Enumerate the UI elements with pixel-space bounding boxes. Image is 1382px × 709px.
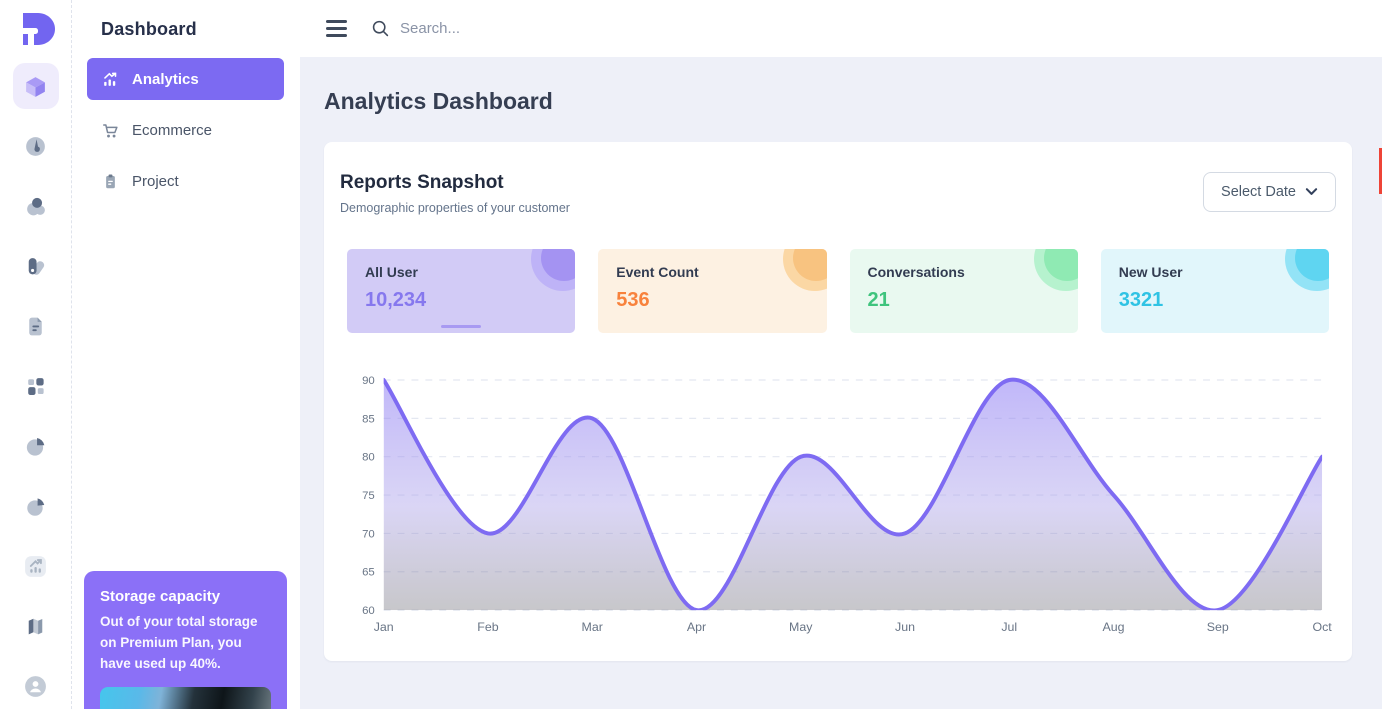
stat-card-event-count[interactable]: Event Count 536 [598, 249, 826, 333]
svg-text:Jan: Jan [374, 620, 394, 634]
sidebar-item-label: Project [132, 173, 179, 190]
svg-text:Oct: Oct [1312, 620, 1332, 634]
sidebar-item-label: Ecommerce [132, 122, 212, 139]
card-subtitle: Demographic properties of your customer [340, 201, 570, 215]
stat-card-conversations[interactable]: Conversations 21 [850, 249, 1078, 333]
stat-card-new-user[interactable]: New User 3321 [1101, 249, 1329, 333]
clipboard-icon [101, 172, 120, 191]
stat-value: 536 [616, 289, 808, 312]
rail-item-trend[interactable] [13, 543, 59, 589]
rail-item-donut[interactable] [13, 483, 59, 529]
rail-item-dashboard[interactable] [13, 63, 59, 109]
palette-icon [23, 254, 48, 279]
icon-rail [0, 0, 72, 709]
svg-text:65: 65 [362, 567, 375, 579]
svg-text:Apr: Apr [687, 620, 706, 634]
rail-item-pie[interactable] [13, 423, 59, 469]
analytics-chart-icon [101, 70, 120, 89]
pie-chart-icon [23, 434, 48, 459]
svg-text:70: 70 [362, 528, 375, 540]
rail-item-account[interactable] [13, 663, 59, 709]
svg-text:60: 60 [362, 605, 375, 617]
storage-capacity-widget[interactable]: Storage capacity Out of your total stora… [84, 571, 287, 709]
menu-toggle-button[interactable] [322, 16, 351, 40]
reports-snapshot-card: Reports Snapshot Demographic properties … [324, 142, 1352, 661]
sidebar-item-ecommerce[interactable]: Ecommerce [87, 109, 284, 151]
page-title: Analytics Dashboard [324, 88, 1352, 115]
card-title: Reports Snapshot [340, 172, 570, 194]
donut-chart-icon [23, 494, 48, 519]
active-stat-indicator [441, 325, 481, 328]
trend-chart-icon [23, 554, 48, 579]
stat-label: New User [1119, 264, 1311, 280]
storage-title: Storage capacity [100, 588, 271, 605]
rail-item-document[interactable] [13, 303, 59, 349]
card-heading: Reports Snapshot Demographic properties … [340, 172, 570, 215]
select-date-button[interactable]: Select Date [1203, 172, 1336, 212]
document-icon [23, 314, 48, 339]
rail-item-palette[interactable] [13, 243, 59, 289]
rail-item-users[interactable] [13, 183, 59, 229]
chevron-down-icon [1305, 187, 1318, 197]
rail-item-blocks[interactable] [13, 363, 59, 409]
svg-text:90: 90 [362, 375, 375, 387]
stat-value: 3321 [1119, 289, 1311, 312]
svg-text:Sep: Sep [1207, 620, 1229, 634]
sidebar-item-label: Analytics [132, 71, 199, 88]
content: Analytics Dashboard Reports Snapshot Dem… [300, 57, 1382, 709]
stat-label: Event Count [616, 264, 808, 280]
sidebar-menu: Analytics Ecommerce Project [72, 58, 300, 202]
stat-value: 10,234 [365, 289, 557, 312]
svg-text:Jul: Jul [1001, 620, 1017, 634]
map-icon [23, 614, 48, 639]
rail-item-gauge[interactable] [13, 123, 59, 169]
svg-text:80: 80 [362, 452, 375, 464]
storage-body: Out of your total storage on Premium Pla… [100, 612, 271, 675]
svg-text:75: 75 [362, 490, 375, 502]
svg-text:Aug: Aug [1103, 620, 1125, 634]
svg-text:Feb: Feb [477, 620, 498, 634]
svg-text:May: May [789, 620, 813, 634]
sidebar-item-analytics[interactable]: Analytics [87, 58, 284, 100]
stat-label: All User [365, 264, 557, 280]
svg-text:Jun: Jun [895, 620, 915, 634]
select-date-label: Select Date [1221, 184, 1296, 200]
storage-photo [100, 687, 271, 709]
sidebar-item-project[interactable]: Project [87, 160, 284, 202]
cart-icon [101, 121, 120, 140]
users-icon [23, 194, 48, 219]
topbar [300, 0, 1382, 57]
area-chart-svg: 90 85 80 75 70 65 60 Jan Feb Mar Apr May Jun Jul Aug Se… [344, 369, 1332, 637]
stat-value: 21 [868, 289, 1060, 312]
gauge-icon [23, 134, 48, 159]
search-input[interactable] [400, 20, 820, 37]
stat-label: Conversations [868, 264, 1060, 280]
search-bar [371, 19, 1382, 38]
account-icon [23, 674, 48, 699]
rail-item-map[interactable] [13, 603, 59, 649]
sidebar-title: Dashboard [72, 0, 300, 58]
layout-blocks-icon [23, 374, 48, 399]
search-icon [371, 19, 390, 38]
stat-card-all-user[interactable]: All User 10,234 [347, 249, 575, 333]
svg-text:Mar: Mar [582, 620, 603, 634]
main-area: Analytics Dashboard Reports Snapshot Dem… [300, 0, 1382, 709]
rail-items [13, 63, 59, 709]
svg-text:85: 85 [362, 413, 375, 425]
sidebar: Dashboard Analytics Ecommerce [72, 0, 300, 709]
app-logo[interactable] [16, 9, 56, 49]
cube-icon [23, 74, 48, 99]
stats-row: All User 10,234 Event Count 536 Conversa… [347, 249, 1329, 333]
area-chart[interactable]: 90 85 80 75 70 65 60 Jan Feb Mar Apr May Jun Jul Aug Se… [344, 369, 1332, 637]
